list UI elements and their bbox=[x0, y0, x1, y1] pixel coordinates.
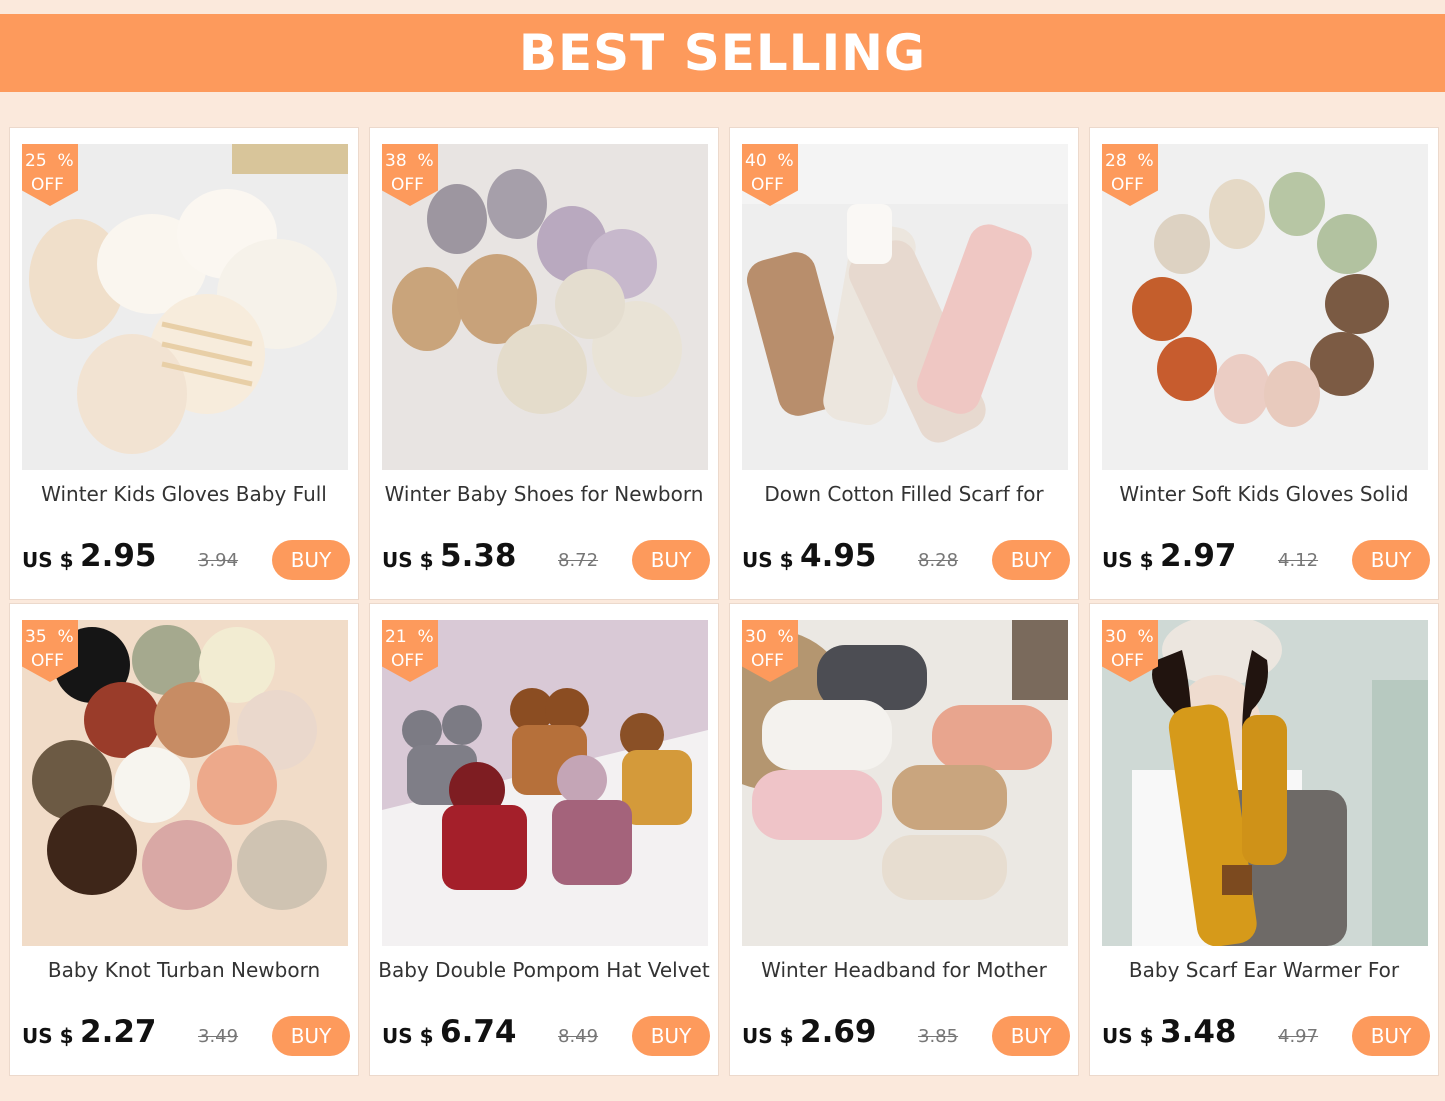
product-image[interactable]: 38 % OFF bbox=[382, 144, 708, 470]
product-title[interactable]: Winter Kids Gloves Baby Full bbox=[14, 482, 354, 506]
product-image[interactable]: 35 % OFF bbox=[22, 620, 348, 946]
sale-price: 5.38 bbox=[440, 538, 517, 574]
product-image[interactable]: 25 % OFF bbox=[22, 144, 348, 470]
discount-percent: 25 % bbox=[25, 151, 74, 171]
original-price: 3.94 bbox=[198, 550, 239, 571]
product-title[interactable]: Baby Double Pompom Hat Velvet bbox=[374, 958, 714, 982]
product-grid: 25 % OFF Winter Kids Gloves Baby Full US… bbox=[9, 127, 1439, 1076]
best-selling-banner: BEST SELLING bbox=[0, 14, 1445, 92]
price-row: US $ 3.48 4.97 BUY bbox=[1102, 1014, 1430, 1058]
product-card[interactable]: 35 % OFF Baby Knot Turban Newborn US $ 2… bbox=[9, 603, 359, 1076]
sale-price: 2.69 bbox=[800, 1014, 877, 1050]
discount-percent: 38 % bbox=[385, 151, 434, 171]
sale-price: 4.95 bbox=[800, 538, 877, 574]
sale-price: 2.97 bbox=[1160, 538, 1237, 574]
buy-button[interactable]: BUY bbox=[272, 540, 350, 580]
price-row: US $ 2.69 3.85 BUY bbox=[742, 1014, 1070, 1058]
product-card[interactable]: 28 % OFF Winter Soft Kids Gloves Solid U… bbox=[1089, 127, 1439, 600]
discount-percent: 30 % bbox=[1105, 627, 1154, 647]
product-image[interactable]: 21 % OFF bbox=[382, 620, 708, 946]
product-title[interactable]: Down Cotton Filled Scarf for bbox=[734, 482, 1074, 506]
currency-label: US $ bbox=[742, 548, 794, 572]
discount-percent: 35 % bbox=[25, 627, 74, 647]
product-title[interactable]: Winter Headband for Mother bbox=[734, 958, 1074, 982]
product-image[interactable]: 28 % OFF bbox=[1102, 144, 1428, 470]
product-card[interactable]: 21 % OFF Baby Double Pompom Hat Velvet U… bbox=[369, 603, 719, 1076]
buy-button[interactable]: BUY bbox=[1352, 1016, 1430, 1056]
product-card[interactable]: 40 % OFF Down Cotton Filled Scarf for US… bbox=[729, 127, 1079, 600]
discount-percent: 40 % bbox=[745, 151, 794, 171]
currency-label: US $ bbox=[742, 1024, 794, 1048]
sale-price: 2.27 bbox=[80, 1014, 157, 1050]
buy-button[interactable]: BUY bbox=[272, 1016, 350, 1056]
sale-price: 3.48 bbox=[1160, 1014, 1237, 1050]
original-price: 8.49 bbox=[558, 1026, 599, 1047]
buy-button[interactable]: BUY bbox=[632, 540, 710, 580]
price-row: US $ 6.74 8.49 BUY bbox=[382, 1014, 710, 1058]
product-image[interactable]: 40 % OFF bbox=[742, 144, 1068, 470]
original-price: 3.85 bbox=[918, 1026, 959, 1047]
original-price: 3.49 bbox=[198, 1026, 239, 1047]
sale-price: 2.95 bbox=[80, 538, 157, 574]
discount-off-label: OFF bbox=[1111, 175, 1144, 195]
discount-percent: 28 % bbox=[1105, 151, 1154, 171]
product-card[interactable]: 30 % OFF Winter Headband for Mother US $… bbox=[729, 603, 1079, 1076]
product-title[interactable]: Baby Knot Turban Newborn bbox=[14, 958, 354, 982]
discount-off-label: OFF bbox=[751, 175, 784, 195]
original-price: 4.97 bbox=[1278, 1026, 1319, 1047]
discount-off-label: OFF bbox=[31, 175, 64, 195]
product-card[interactable]: 25 % OFF Winter Kids Gloves Baby Full US… bbox=[9, 127, 359, 600]
product-title[interactable]: Winter Soft Kids Gloves Solid bbox=[1094, 482, 1434, 506]
buy-button[interactable]: BUY bbox=[1352, 540, 1430, 580]
price-row: US $ 2.95 3.94 BUY bbox=[22, 538, 350, 582]
discount-off-label: OFF bbox=[31, 651, 64, 671]
discount-off-label: OFF bbox=[1111, 651, 1144, 671]
original-price: 8.28 bbox=[918, 550, 959, 571]
currency-label: US $ bbox=[1102, 1024, 1154, 1048]
discount-off-label: OFF bbox=[751, 651, 784, 671]
original-price: 4.12 bbox=[1278, 550, 1319, 571]
product-card[interactable]: 30 % OFF Baby Scarf Ear Warmer For US $ … bbox=[1089, 603, 1439, 1076]
discount-off-label: OFF bbox=[391, 175, 424, 195]
discount-percent: 30 % bbox=[745, 627, 794, 647]
product-title[interactable]: Winter Baby Shoes for Newborn bbox=[374, 482, 714, 506]
sale-price: 6.74 bbox=[440, 1014, 517, 1050]
product-image[interactable]: 30 % OFF bbox=[1102, 620, 1428, 946]
price-row: US $ 2.97 4.12 BUY bbox=[1102, 538, 1430, 582]
price-row: US $ 4.95 8.28 BUY bbox=[742, 538, 1070, 582]
currency-label: US $ bbox=[22, 548, 74, 572]
discount-percent: 21 % bbox=[385, 627, 434, 647]
product-image[interactable]: 30 % OFF bbox=[742, 620, 1068, 946]
product-title[interactable]: Baby Scarf Ear Warmer For bbox=[1094, 958, 1434, 982]
currency-label: US $ bbox=[1102, 548, 1154, 572]
banner-title: BEST SELLING bbox=[518, 24, 927, 82]
buy-button[interactable]: BUY bbox=[992, 1016, 1070, 1056]
price-row: US $ 5.38 8.72 BUY bbox=[382, 538, 710, 582]
product-card[interactable]: 38 % OFF Winter Baby Shoes for Newborn U… bbox=[369, 127, 719, 600]
buy-button[interactable]: BUY bbox=[992, 540, 1070, 580]
price-row: US $ 2.27 3.49 BUY bbox=[22, 1014, 350, 1058]
buy-button[interactable]: BUY bbox=[632, 1016, 710, 1056]
original-price: 8.72 bbox=[558, 550, 599, 571]
currency-label: US $ bbox=[382, 548, 434, 572]
currency-label: US $ bbox=[382, 1024, 434, 1048]
currency-label: US $ bbox=[22, 1024, 74, 1048]
discount-off-label: OFF bbox=[391, 651, 424, 671]
